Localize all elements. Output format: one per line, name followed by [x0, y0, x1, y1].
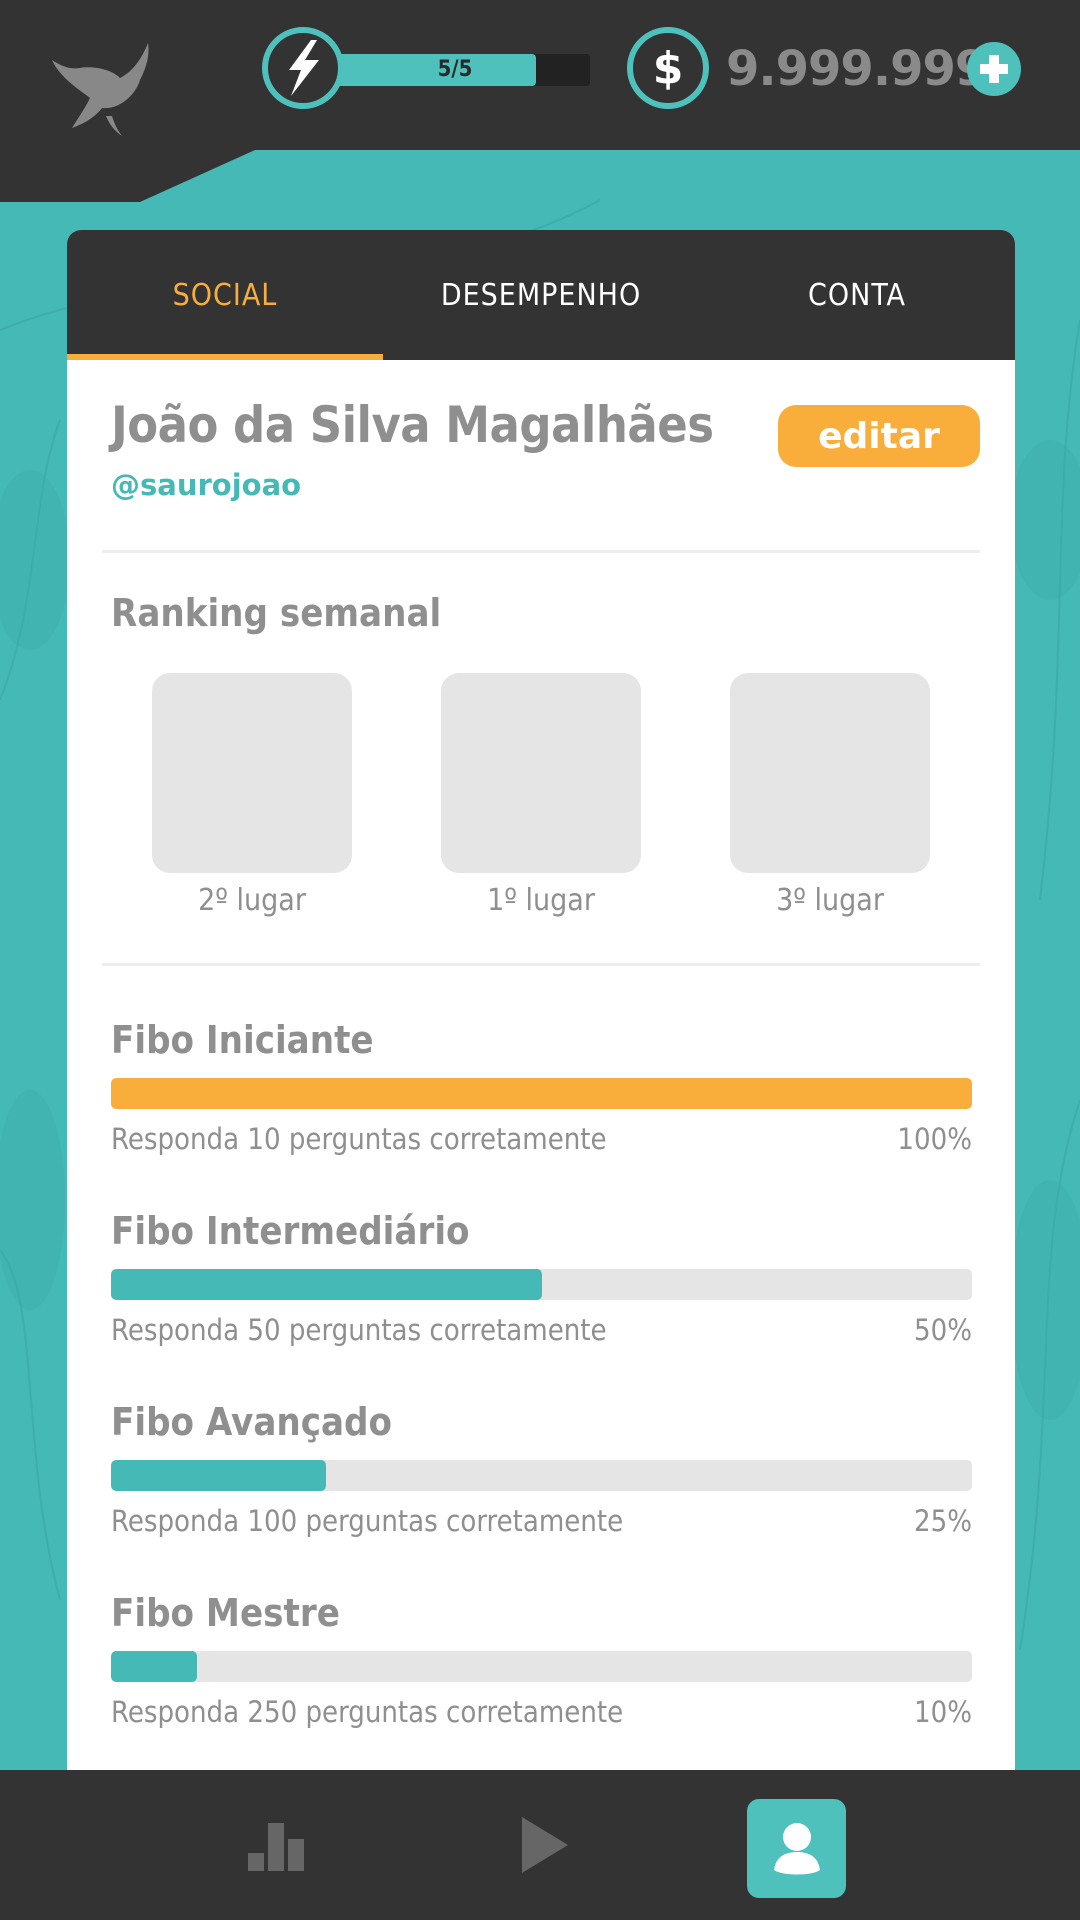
- bottom-navigation: [0, 1770, 1080, 1920]
- nav-profile-button[interactable]: [747, 1799, 846, 1898]
- achievement-title: Fibo Intermediário: [111, 1209, 470, 1253]
- top-bar-shape: [0, 0, 1080, 202]
- avatar: [730, 673, 930, 873]
- top-bar: 5/5 $ 9.999.999: [0, 0, 1080, 205]
- place-label: 2º lugar: [198, 883, 306, 918]
- nav-ranking-button[interactable]: [236, 1805, 316, 1885]
- profile-handle: @saurojoao: [111, 468, 302, 502]
- place-label: 3º lugar: [776, 883, 884, 918]
- tab-bar: SOCIAL DESEMPENHO CONTA: [67, 230, 1015, 360]
- bar-chart-icon: [248, 1823, 304, 1871]
- achievement-progress-bar: [111, 1651, 972, 1682]
- coin-icon: $: [627, 27, 709, 109]
- tab-desempenho[interactable]: DESEMPENHO: [383, 230, 699, 360]
- podium-second[interactable]: 2º lugar: [152, 673, 352, 918]
- user-icon: [773, 1822, 820, 1874]
- achievement-percent: 25%: [914, 1504, 972, 1538]
- plus-icon: [980, 55, 1008, 83]
- profile-header: João da Silva Magalhães @saurojoao edita…: [67, 360, 1015, 550]
- achievement-description: Responda 50 perguntas corretamente: [111, 1313, 607, 1347]
- achievement-description: Responda 10 perguntas corretamente: [111, 1122, 607, 1156]
- achievement-percent: 10%: [914, 1695, 972, 1729]
- achievement-item: Fibo Avançado Responda 100 perguntas cor…: [111, 1398, 972, 1541]
- achievement-title: Fibo Avançado: [111, 1400, 393, 1444]
- achievement-description: Responda 250 perguntas corretamente: [111, 1695, 624, 1729]
- achievement-title: Fibo Mestre: [111, 1591, 340, 1635]
- energy-label: 5/5: [437, 57, 473, 82]
- achievements-list: Fibo Iniciante Responda 10 perguntas cor…: [67, 966, 1015, 1732]
- achievement-item: Fibo Iniciante Responda 10 perguntas cor…: [111, 1016, 972, 1159]
- energy-bar: 5/5: [320, 54, 590, 86]
- achievement-progress-bar: [111, 1460, 972, 1491]
- nav-play-button[interactable]: [505, 1805, 585, 1885]
- avatar: [441, 673, 641, 873]
- tab-social[interactable]: SOCIAL: [67, 230, 383, 360]
- coin-symbol: $: [652, 42, 684, 94]
- achievement-progress-bar: [111, 1269, 972, 1300]
- achievement-percent: 50%: [914, 1313, 972, 1347]
- achievement-description: Responda 100 perguntas corretamente: [111, 1504, 624, 1538]
- achievement-title: Fibo Iniciante: [111, 1018, 374, 1062]
- tab-conta[interactable]: CONTA: [699, 230, 1015, 360]
- edit-button[interactable]: editar: [778, 405, 980, 467]
- profile-card: SOCIAL DESEMPENHO CONTA João da Silva Ma…: [67, 230, 1015, 1770]
- coins-value: 9.999.999: [726, 41, 988, 97]
- achievement-percent: 100%: [897, 1122, 972, 1156]
- bird-logo-icon[interactable]: [50, 38, 160, 138]
- achievement-item: Fibo Mestre Responda 250 perguntas corre…: [111, 1589, 972, 1732]
- ranking-title: Ranking semanal: [111, 591, 442, 635]
- achievement-progress-fill: [111, 1460, 327, 1491]
- avatar: [152, 673, 352, 873]
- podium-first[interactable]: 1º lugar: [441, 673, 641, 918]
- achievement-progress-fill: [111, 1269, 542, 1300]
- achievement-progress-fill: [111, 1078, 972, 1109]
- achievement-progress-fill: [111, 1651, 198, 1682]
- play-icon: [522, 1817, 568, 1873]
- profile-name: João da Silva Magalhães: [111, 396, 714, 454]
- podium-third[interactable]: 3º lugar: [730, 673, 930, 918]
- achievement-item: Fibo Intermediário Responda 50 perguntas…: [111, 1207, 972, 1350]
- achievement-progress-bar: [111, 1078, 972, 1109]
- weekly-ranking: Ranking semanal 2º lugar 1º lugar 3º lug…: [67, 553, 1015, 963]
- add-coins-button[interactable]: [967, 42, 1021, 96]
- place-label: 1º lugar: [487, 883, 595, 918]
